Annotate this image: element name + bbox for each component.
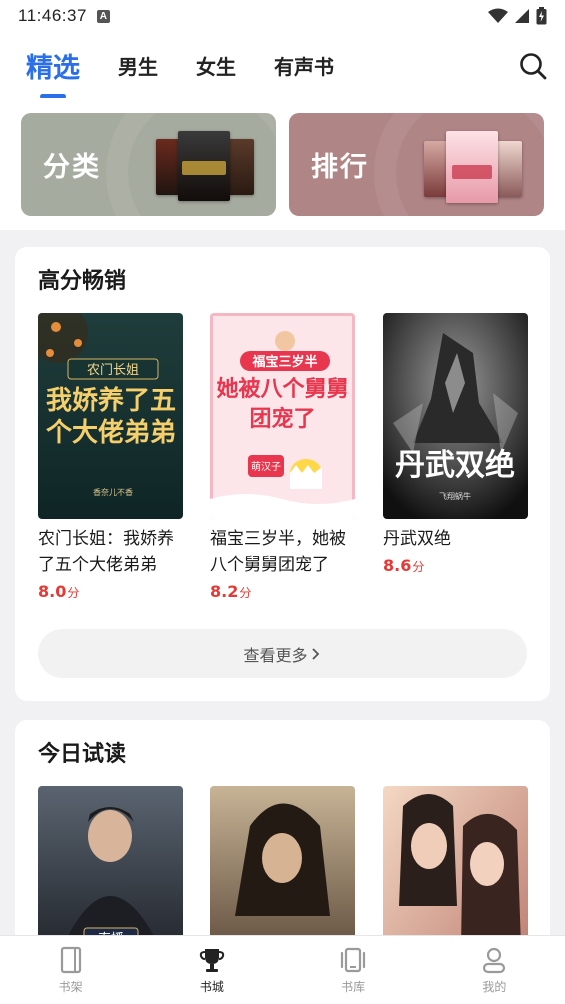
book-card[interactable]: 直播 xyxy=(38,786,183,950)
tab-featured-label: 精选 xyxy=(26,52,80,84)
cover-title-main: 丹武双绝 xyxy=(395,448,515,483)
tab-featured[interactable]: 精选 xyxy=(26,46,80,99)
nav-item-profile[interactable]: 我的 xyxy=(424,936,565,1004)
book-score: 8.6分 xyxy=(383,556,425,575)
book-cover[interactable] xyxy=(210,786,355,950)
book-card[interactable] xyxy=(210,786,355,950)
book-title[interactable]: 丹武双绝 xyxy=(383,526,528,552)
category-entry-button[interactable]: 分类 xyxy=(21,113,276,216)
cover-author: 香奈儿不香 xyxy=(93,487,133,497)
book-card[interactable]: 丹武双绝 飞翔蜗牛 丹武双绝 8.6分 xyxy=(383,313,528,575)
nav-label: 书架 xyxy=(58,980,83,994)
entry-banner-area: 分类 排行 xyxy=(0,98,565,230)
ranking-label: 排行 xyxy=(311,152,369,183)
nav-item-bookshelf[interactable]: 书架 xyxy=(0,936,141,1004)
cover-title-main: 我娇养了五个大佬弟弟 xyxy=(46,386,176,448)
battery-charging-icon xyxy=(536,7,547,25)
status-bar: 11:46:37 A xyxy=(0,0,565,32)
nav-label: 书城 xyxy=(199,980,224,994)
category-book-covers xyxy=(156,131,256,201)
cover-author: 飞翔蜗牛 xyxy=(439,491,471,501)
chevron-right-icon xyxy=(311,647,319,660)
book-cover[interactable]: 福宝三岁半 她被八个舅舅团宠了 萌汉子 xyxy=(210,313,355,519)
cover-author: 萌汉子 xyxy=(251,460,281,473)
category-label: 分类 xyxy=(43,152,101,183)
book-cover[interactable] xyxy=(383,786,528,950)
today-trial-section: 今日试读 直播 xyxy=(15,720,550,950)
book-card[interactable] xyxy=(383,786,528,950)
book-card[interactable]: 农门长姐 我娇养了五个大佬弟弟 香奈儿不香 农门长姐：我娇养了五个大佬弟弟 8.… xyxy=(38,313,183,601)
cover-title-top: 福宝三岁半 xyxy=(251,354,317,370)
profile-icon xyxy=(483,947,506,974)
tab-audiobook[interactable]: 有声书 xyxy=(274,51,334,80)
nav-item-library[interactable]: 书库 xyxy=(283,936,424,1004)
book-cover[interactable]: 农门长姐 我娇养了五个大佬弟弟 香奈儿不香 xyxy=(38,313,183,519)
bottom-nav-bar: 书架 书城 书库 我的 xyxy=(0,935,565,1004)
ranking-book-covers xyxy=(424,131,524,203)
nav-label: 书库 xyxy=(341,980,366,994)
status-icons xyxy=(488,7,547,25)
cover-title-main: 她被八个舅舅团宠了 xyxy=(216,377,349,432)
section-title: 高分畅销 xyxy=(38,269,127,294)
notification-badge: A xyxy=(96,9,110,23)
library-icon xyxy=(341,947,366,973)
view-more-button[interactable]: 查看更多 xyxy=(38,629,527,678)
book-card[interactable]: 福宝三岁半 她被八个舅舅团宠了 萌汉子 福宝三岁半，她被八个舅舅团宠了 8.2分 xyxy=(210,313,355,601)
nav-label: 我的 xyxy=(482,980,507,994)
book-score: 8.0分 xyxy=(38,582,80,601)
book-cover[interactable]: 直播 xyxy=(38,786,183,950)
nav-item-bookstore[interactable]: 书城 xyxy=(141,936,282,1004)
status-time: 11:46:37 xyxy=(18,6,87,25)
book-score: 8.2分 xyxy=(210,582,252,601)
book-cover[interactable]: 丹武双绝 飞翔蜗牛 xyxy=(383,313,528,519)
cover-title-top: 农门长姐 xyxy=(87,363,139,378)
section-title: 今日试读 xyxy=(38,742,127,767)
tab-female[interactable]: 女生 xyxy=(196,51,236,80)
search-icon[interactable] xyxy=(519,52,547,80)
ranking-entry-button[interactable]: 排行 xyxy=(289,113,544,216)
signal-icon xyxy=(515,9,529,23)
top-tab-bar: 精选 男生 女生 有声书 xyxy=(0,32,565,99)
trophy-icon xyxy=(199,949,225,972)
bestsellers-section: 高分畅销 农门长姐 我娇养了五个大佬弟弟 香奈儿不香 农门长姐：我娇养了五个大佬… xyxy=(15,247,550,701)
bookshelf-icon xyxy=(60,946,81,974)
tab-male[interactable]: 男生 xyxy=(118,51,158,80)
wifi-icon xyxy=(488,8,508,23)
book-title[interactable]: 福宝三岁半，她被八个舅舅团宠了 xyxy=(210,526,355,578)
book-title[interactable]: 农门长姐：我娇养了五个大佬弟弟 xyxy=(38,526,183,578)
view-more-label: 查看更多 xyxy=(243,645,308,665)
